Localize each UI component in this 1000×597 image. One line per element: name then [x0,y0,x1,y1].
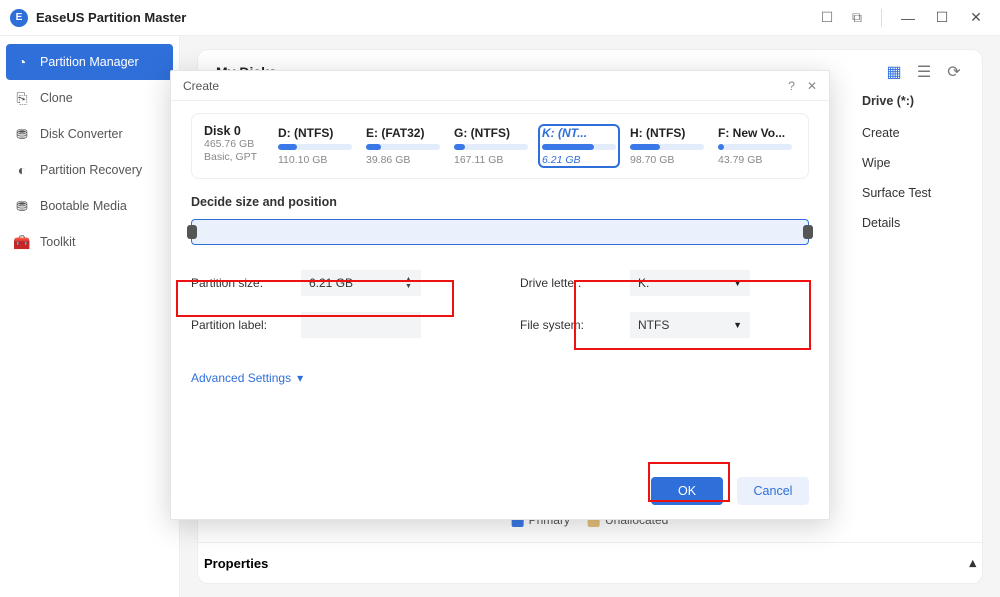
cancel-button[interactable]: Cancel [737,477,809,505]
partition-tile[interactable]: H: (NTFS) 98.70 GB [626,124,708,168]
partition-name: E: (FAT32) [366,126,440,140]
partition-name: D: (NTFS) [278,126,352,140]
partition-usage-bar [278,144,352,150]
partition-name: K: (NT... [542,126,616,140]
decide-heading: Decide size and position [191,195,809,209]
annotation-box [176,280,454,317]
disk-name: Disk 0 [204,124,268,138]
partition-size: 6.21 GB [542,154,616,166]
advanced-settings-link[interactable]: Advanced Settings ▾ [191,371,480,385]
partition-size: 98.70 GB [630,154,704,166]
partition-tile[interactable]: G: (NTFS) 167.11 GB [450,124,532,168]
partition-name: H: (NTFS) [630,126,704,140]
size-slider[interactable] [191,219,809,245]
disk-type: Basic, GPT [204,151,268,164]
partition-usage-bar [630,144,704,150]
partition-name: F: New Vo... [718,126,792,140]
partition-size: 167.11 GB [454,154,528,166]
partition-size: 110.10 GB [278,154,352,166]
slider-handle-left[interactable] [187,225,197,239]
partition-size: 39.86 GB [366,154,440,166]
chevron-down-icon: ▾ [297,371,303,385]
annotation-box [574,280,811,350]
partition-usage-bar [454,144,528,150]
dialog-help-button[interactable]: ? [788,79,795,93]
partition-tile[interactable]: F: New Vo... 43.79 GB [714,124,796,168]
partition-tile[interactable]: E: (FAT32) 39.86 GB [362,124,444,168]
partition-usage-bar [718,144,792,150]
disk-size: 465.76 GB [204,138,268,151]
disk-partitions-row: Disk 0 465.76 GB Basic, GPT D: (NTFS) 110… [191,113,809,179]
advanced-settings-label: Advanced Settings [191,371,291,385]
partition-usage-bar [542,144,616,150]
partition-usage-bar [366,144,440,150]
partition-tile[interactable]: D: (NTFS) 110.10 GB [274,124,356,168]
dialog-title: Create [183,79,219,93]
partition-tile[interactable]: K: (NT... 6.21 GB [538,124,620,168]
partition-label-label: Partition label: [191,318,301,332]
partition-name: G: (NTFS) [454,126,528,140]
dialog-close-button[interactable]: ✕ [807,79,817,93]
partition-size: 43.79 GB [718,154,792,166]
disk-info: Disk 0 465.76 GB Basic, GPT [204,124,268,168]
annotation-box [648,462,730,502]
slider-handle-right[interactable] [803,225,813,239]
